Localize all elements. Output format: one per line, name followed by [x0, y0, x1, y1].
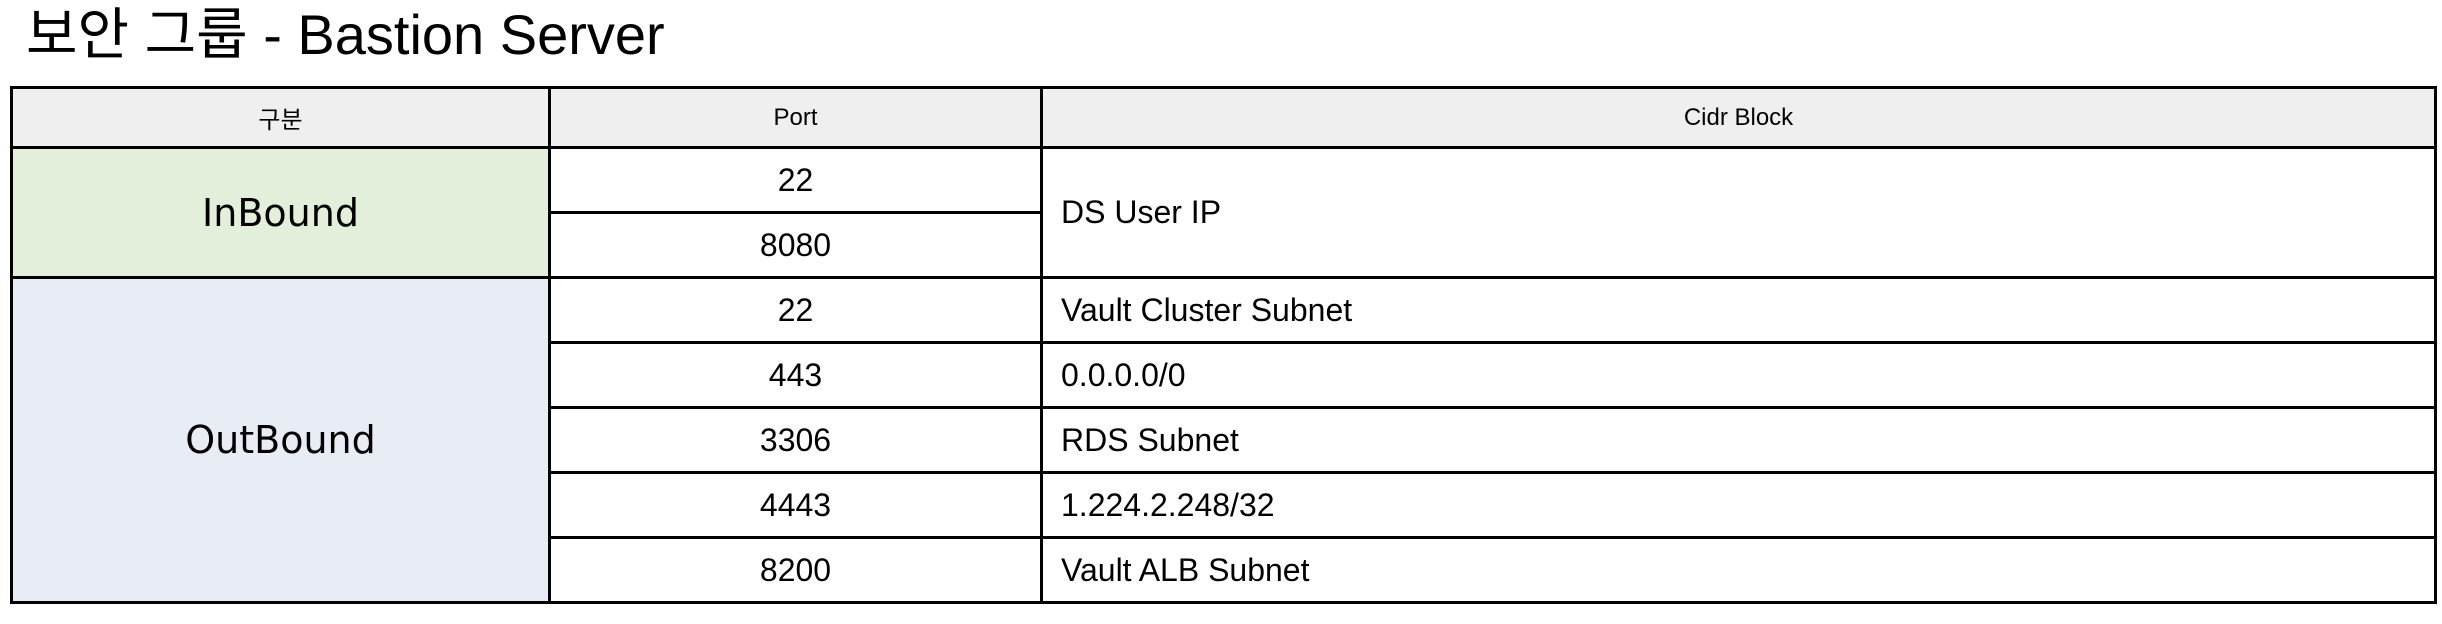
- outbound-label-cell: OutBound: [10, 276, 551, 604]
- table-row: InBound 22 DS User IP: [10, 146, 2437, 279]
- column-header-kind: 구분: [10, 86, 551, 149]
- cidr-cell: 1.224.2.248/32: [1040, 471, 2437, 539]
- column-header-cidr-block: Cidr Block: [1040, 86, 2437, 149]
- table-row: OutBound 22 Vault Cluster Subnet: [10, 276, 2437, 604]
- port-cell: 3306: [548, 406, 1043, 474]
- page-title: 보안 그룹 - Bastion Server: [26, 3, 665, 66]
- port-cell: 8200: [548, 536, 1043, 604]
- column-header-port: Port: [548, 86, 1043, 149]
- table-header-row: 구분 Port Cidr Block: [10, 86, 2437, 149]
- cidr-cell: RDS Subnet: [1040, 406, 2437, 474]
- port-cell: 443: [548, 341, 1043, 409]
- port-cell: 22: [548, 276, 1043, 344]
- cidr-cell: DS User IP: [1040, 146, 2437, 279]
- cidr-cell: Vault ALB Subnet: [1040, 536, 2437, 604]
- port-cell: 4443: [548, 471, 1043, 539]
- inbound-label-cell: InBound: [10, 146, 551, 279]
- port-cell: 8080: [548, 211, 1043, 279]
- cidr-cell: Vault Cluster Subnet: [1040, 276, 2437, 344]
- port-cell: 22: [548, 146, 1043, 214]
- cidr-cell: 0.0.0.0/0: [1040, 341, 2437, 409]
- security-group-table: 구분 Port Cidr Block InBound 22 DS User IP…: [10, 86, 2437, 604]
